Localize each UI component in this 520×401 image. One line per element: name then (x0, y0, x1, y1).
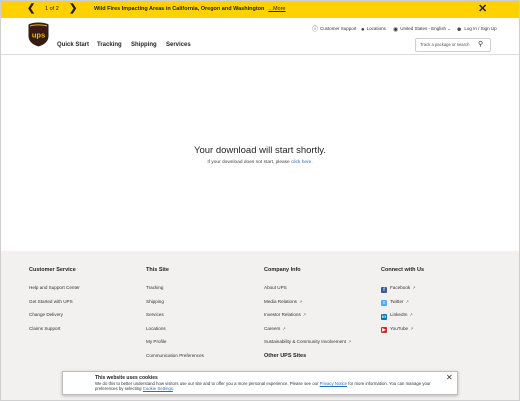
login-label: Log In / Sign Up (464, 26, 497, 31)
footer-link[interactable]: Media Relations ↗ (264, 299, 351, 313)
alert-message-text: Wild Fires Impacting Areas in California… (94, 6, 265, 12)
chevron-right-icon[interactable]: ❯ (69, 3, 77, 15)
globe-icon: ◉ (393, 26, 399, 33)
locations-label: Locations (366, 26, 386, 31)
customer-support-label: Customer Support (320, 26, 357, 31)
footer-column-this-site: This Site Tracking Shipping Services Loc… (146, 266, 204, 366)
external-link-icon: ↗ (412, 285, 416, 290)
youtube-icon: ▶ (381, 327, 387, 333)
main-content: Your download will start shortly. If you… (1, 55, 519, 251)
chevron-down-icon: ⌄ (447, 26, 452, 31)
nav-tracking[interactable]: Tracking (97, 41, 122, 49)
nav-services[interactable]: Services (166, 41, 191, 49)
search-icon[interactable]: ⚲ (478, 39, 483, 50)
footer-column-customer-service: Customer Service Help and Support Center… (29, 266, 80, 339)
ups-logo[interactable]: ups (28, 22, 49, 47)
download-subline: If your download does not start, please … (1, 159, 519, 166)
facebook-link[interactable]: f Facebook ↗ (381, 285, 424, 299)
twitter-icon: t (381, 300, 387, 306)
footer-column-title: This Site (146, 267, 169, 273)
external-link-icon: ↗ (347, 339, 352, 344)
privacy-notice-link[interactable]: Privacy Notice (320, 381, 347, 386)
footer-column-company-info: Company Info About UPS Media Relations ↗ … (264, 266, 351, 353)
footer-link[interactable]: Claims Support (29, 326, 80, 340)
click-here-link[interactable]: click here. (291, 160, 313, 165)
login-link[interactable]: ☻ Log In / Sign Up (456, 26, 497, 33)
footer-link[interactable]: Shipping (146, 299, 204, 313)
footer-link[interactable]: Tracking (146, 285, 204, 299)
external-link-icon: ↗ (409, 312, 413, 317)
external-link-icon: ↗ (282, 325, 286, 331)
twitter-link[interactable]: t Twitter ↗ (381, 299, 424, 313)
footer-link-label: Facebook (390, 285, 411, 290)
footer-link[interactable]: Sustainability & Community Involvement ↗ (264, 339, 351, 353)
alert-more-link[interactable]: ...More (268, 6, 285, 12)
cookie-text: We do this to better understand how visi… (95, 381, 435, 392)
footer-link[interactable]: Change Delivery (29, 312, 80, 326)
site-header: ups ⓘ Customer Support ● Locations ◉ United… (1, 18, 519, 55)
chevron-left-icon[interactable]: ❮ (27, 3, 35, 15)
youtube-link[interactable]: ▶ YouTube ↗ (381, 326, 424, 340)
footer-link-label: Investor Relations (264, 312, 301, 317)
footer-column-title: Customer Service (29, 267, 76, 273)
facebook-icon: f (381, 286, 387, 293)
cookie-settings-link[interactable]: Cookie Settings (143, 386, 173, 391)
footer-link[interactable]: Help and Support Center (29, 285, 80, 299)
footer-column-connect: Connect with Us f Facebook ↗ t Twitter ↗ in L… (381, 266, 424, 339)
footer-link[interactable]: Services (146, 312, 204, 326)
location-pin-icon: ● (361, 26, 365, 33)
footer-link-label: About UPS (264, 285, 287, 290)
footer-link-label: YouTube (390, 325, 409, 331)
external-link-icon: ↗ (410, 325, 414, 331)
customer-support-link[interactable]: ⓘ Customer Support (312, 26, 357, 33)
alert-message: Wild Fires Impacting Areas in California… (94, 5, 286, 13)
help-circle-icon: ⓘ (312, 26, 319, 33)
footer-column-title: Company Info (264, 267, 301, 273)
nav-shipping[interactable]: Shipping (131, 41, 157, 49)
footer-link-label: Careers (264, 325, 281, 331)
footer-link-label: Twitter (390, 298, 404, 304)
footer-link[interactable]: Investor Relations ↗ (264, 312, 351, 326)
alert-bar: ❮ 1 of 2 ❯ Wild Fires Impacting Areas in… (1, 1, 519, 18)
browser-page: ❮ 1 of 2 ❯ Wild Fires Impacting Areas in… (0, 0, 520, 401)
logo-text: ups (32, 31, 45, 40)
footer-link[interactable]: Careers ↗ (264, 326, 351, 340)
locations-link[interactable]: ● Locations (361, 26, 386, 33)
search-box: ⚲ (415, 38, 491, 52)
footer-link-label: Media Relations (264, 298, 297, 304)
cookie-text-part: We do this to better understand how visi… (95, 381, 320, 386)
footer-link[interactable]: My Profile (146, 339, 204, 353)
user-icon: ☻ (456, 26, 463, 33)
footer-link[interactable]: Communication Preferences (146, 353, 204, 367)
footer-link-label: LinkedIn (390, 312, 408, 317)
close-icon[interactable]: ✕ (478, 2, 487, 16)
footer-link[interactable]: Get Started with UPS (29, 299, 80, 313)
download-headline: Your download will start shortly. (193, 145, 326, 156)
linkedin-icon: in (381, 313, 387, 320)
other-ups-sites-title[interactable]: Other UPS Sites (264, 352, 306, 360)
external-link-icon: ↗ (405, 298, 409, 304)
footer-link[interactable]: About UPS (264, 285, 351, 299)
download-subline-text: If your download does not start, please (207, 160, 292, 165)
external-link-icon: ↗ (298, 298, 303, 304)
language-label: United States - English (400, 26, 447, 31)
footer-column-title: Connect with Us (381, 267, 425, 273)
close-icon[interactable]: ✕ (446, 373, 453, 382)
language-selector[interactable]: ◉ United States - English ⌄ (393, 26, 451, 33)
nav-quick-start[interactable]: Quick Start (57, 41, 89, 49)
cookie-banner: This website uses cookies We do this to … (62, 371, 458, 395)
cookie-text-part: . (172, 386, 175, 392)
external-link-icon: ↗ (302, 312, 307, 317)
linkedin-link[interactable]: in LinkedIn ↗ (381, 312, 424, 326)
alert-counter: 1 of 2 (45, 6, 59, 12)
footer-link-label: Sustainability & Community Involvement (264, 339, 346, 344)
search-input[interactable] (418, 40, 480, 49)
footer-link[interactable]: Locations (146, 326, 204, 340)
